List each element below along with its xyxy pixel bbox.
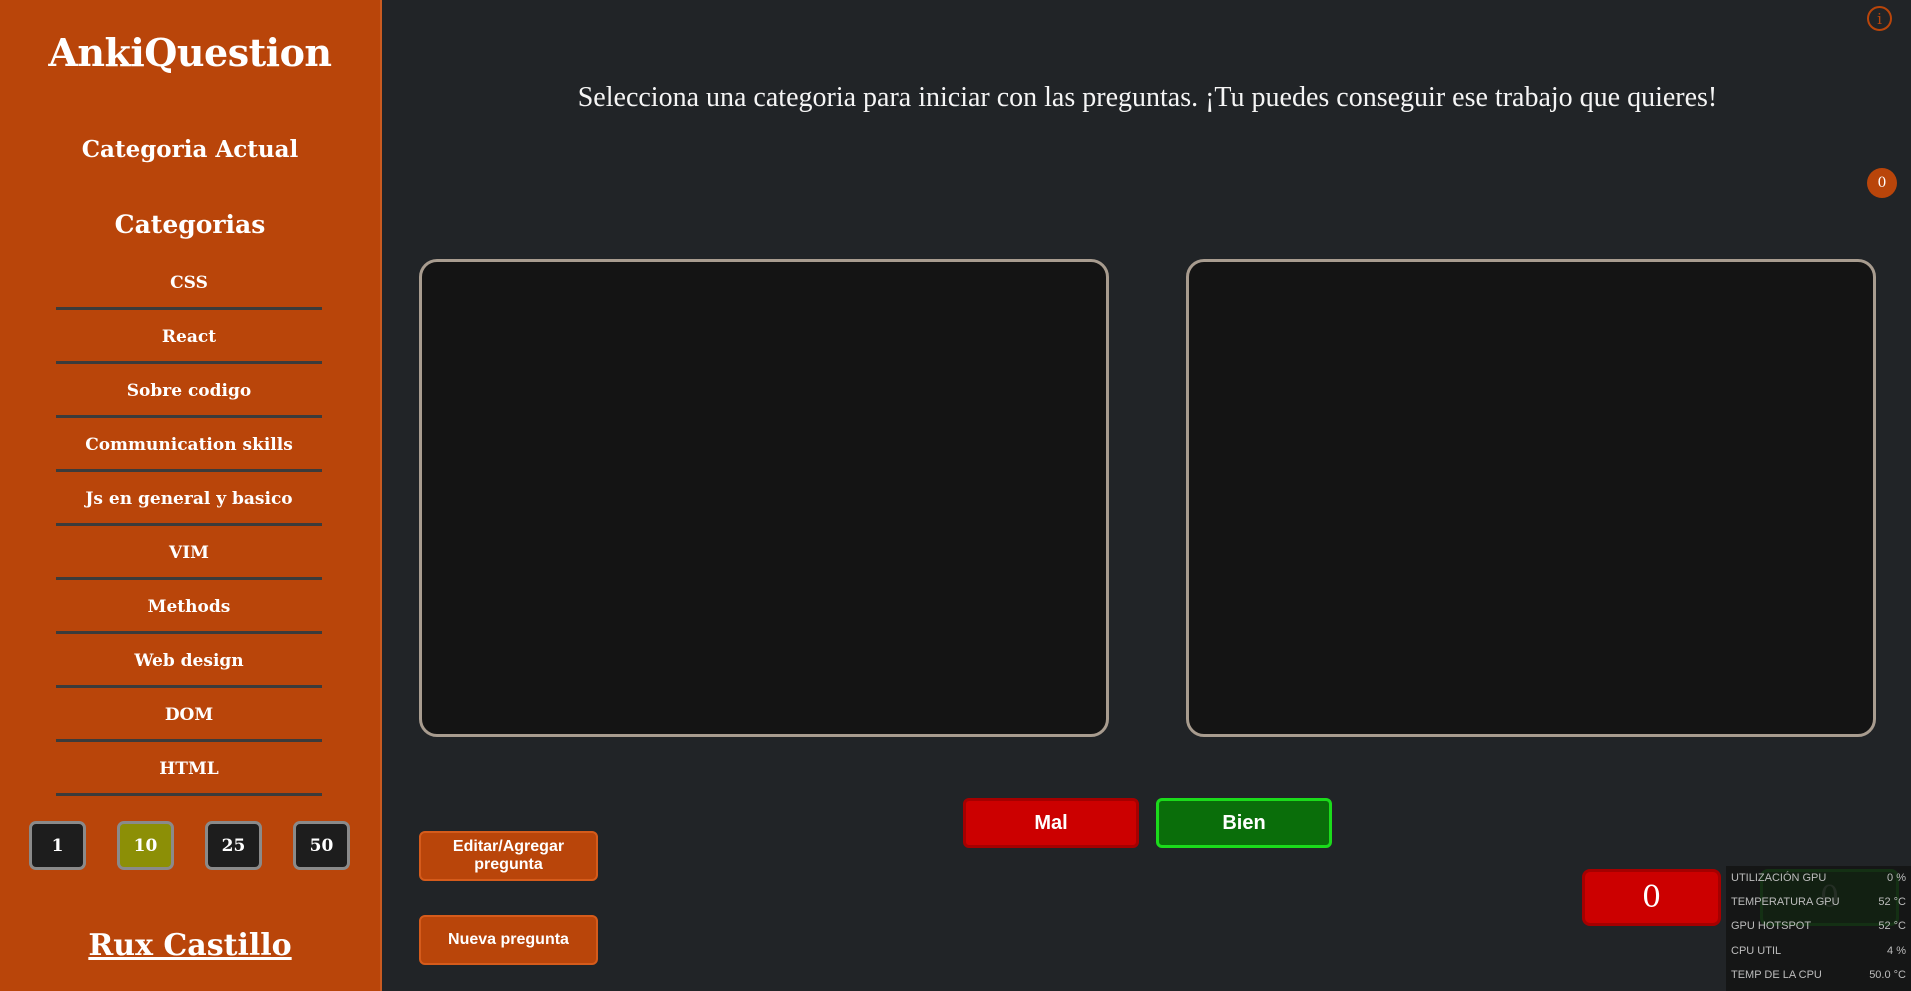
categories-title: Categorias xyxy=(114,210,266,239)
overlay-row: TEMP DE LA CPU 50.0 °C xyxy=(1726,963,1911,987)
category-item-react[interactable]: React xyxy=(56,312,322,364)
overlay-row: GPU HOTSPOT 52 °C xyxy=(1726,914,1911,938)
category-item-dom[interactable]: DOM xyxy=(56,690,322,742)
wrong-score: 0 xyxy=(1582,869,1721,926)
overlay-row: TEMPERATURA GPU 52 °C xyxy=(1726,890,1911,914)
prompt-text: Selecciona una categoria para iniciar co… xyxy=(577,82,1718,113)
count-button-25[interactable]: 25 xyxy=(205,821,262,870)
category-item-vim[interactable]: VIM xyxy=(56,528,322,580)
category-item-methods[interactable]: Methods xyxy=(56,582,322,634)
category-item-web-design[interactable]: Web design xyxy=(56,636,322,688)
overlay-row: UTILIZACIÓN GPU 0 % xyxy=(1726,866,1911,890)
category-item-js[interactable]: Js en general y basico xyxy=(56,474,322,526)
overlay-label: UTILIZACIÓN GPU xyxy=(1731,872,1827,885)
overlay-value: 52 °C xyxy=(1878,896,1906,909)
sidebar: AnkiQuestion Categoria Actual Categorias… xyxy=(0,0,382,991)
overlay-row: CPU UTIL 4 % xyxy=(1726,939,1911,963)
question-panel[interactable] xyxy=(419,259,1109,737)
notification-badge: 0 xyxy=(1867,168,1897,198)
count-button-10[interactable]: 10 xyxy=(117,821,174,870)
overlay-label: CPU UTIL xyxy=(1731,944,1782,957)
overlay-value: 52 °C xyxy=(1878,920,1906,933)
category-list: CSS React Sobre codigo Communication ski… xyxy=(56,258,322,798)
author-link[interactable]: Rux Castillo xyxy=(0,928,380,963)
category-item-communication-skills[interactable]: Communication skills xyxy=(56,420,322,472)
question-count-selector: 1 10 25 50 xyxy=(29,821,350,870)
count-button-1[interactable]: 1 xyxy=(29,821,86,870)
info-icon[interactable]: i xyxy=(1867,6,1892,31)
overlay-value: 0 % xyxy=(1887,872,1906,885)
current-category-label: Categoria Actual xyxy=(81,136,299,163)
new-question-button[interactable]: Nueva pregunta xyxy=(419,915,598,965)
hardware-monitor-overlay: UTILIZACIÓN GPU 0 % TEMPERATURA GPU 52 °… xyxy=(1726,866,1911,991)
edit-question-button[interactable]: Editar/Agregar pregunta xyxy=(419,831,598,881)
wrong-button[interactable]: Mal xyxy=(963,798,1139,848)
app-title: AnkiQuestion xyxy=(48,30,332,75)
answer-panel[interactable] xyxy=(1186,259,1876,737)
category-item-css[interactable]: CSS xyxy=(56,258,322,310)
right-button[interactable]: Bien xyxy=(1156,798,1332,848)
overlay-label: TEMPERATURA GPU xyxy=(1731,896,1840,909)
count-button-50[interactable]: 50 xyxy=(293,821,350,870)
overlay-value: 50.0 °C xyxy=(1869,968,1906,981)
overlay-value: 4 % xyxy=(1887,944,1906,957)
overlay-label: TEMP DE LA CPU xyxy=(1731,968,1822,981)
category-item-sobre-codigo[interactable]: Sobre codigo xyxy=(56,366,322,418)
overlay-label: GPU HOTSPOT xyxy=(1731,920,1812,933)
category-item-html[interactable]: HTML xyxy=(56,744,322,796)
